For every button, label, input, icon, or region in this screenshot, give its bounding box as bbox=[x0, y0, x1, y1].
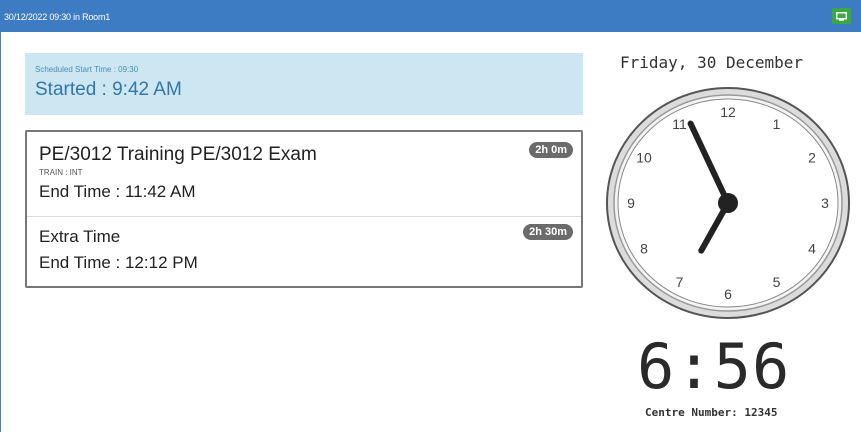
exam-title: PE/3012 Training PE/3012 Exam bbox=[39, 144, 317, 165]
session-title: 30/12/2022 09:30 in Room1 bbox=[4, 12, 111, 22]
left-border bbox=[0, 32, 7, 432]
clock-numeral: 10 bbox=[636, 150, 652, 166]
clock-numeral: 8 bbox=[640, 241, 648, 257]
clock-numeral: 9 bbox=[627, 195, 635, 211]
top-bar: 30/12/2022 09:30 in Room1 bbox=[0, 0, 861, 32]
extra-time-duration-badge: 2h 30m bbox=[523, 224, 573, 240]
started-time: Started : 9:42 AM bbox=[35, 79, 182, 100]
date-label: Friday, 30 December bbox=[620, 53, 804, 72]
clock-numeral: 1 bbox=[773, 116, 781, 132]
extra-time-title: Extra Time bbox=[39, 227, 121, 246]
clock-face: 121234567891011 bbox=[606, 87, 850, 319]
scheduled-start-label: Scheduled Start Time : 09:30 bbox=[35, 65, 139, 74]
clock-numeral: 4 bbox=[808, 241, 816, 257]
clock-numeral: 2 bbox=[808, 150, 816, 166]
exam-list: PE/3012 Training PE/3012 Exam TRAIN : IN… bbox=[25, 130, 583, 288]
duration-badge: 2h 0m bbox=[529, 142, 573, 158]
clock-center bbox=[718, 193, 738, 213]
display-toggle-button[interactable] bbox=[832, 8, 851, 24]
clock-numeral: 5 bbox=[773, 274, 781, 290]
exam-item: PE/3012 Training PE/3012 Exam TRAIN : IN… bbox=[27, 132, 581, 217]
clock-numeral: 6 bbox=[724, 286, 732, 302]
clock-numeral: 3 bbox=[821, 195, 829, 211]
digital-clock: 6:56 bbox=[637, 330, 791, 403]
analog-clock: 12 1 2 3 4 5 6 7 8 9 10 11 bbox=[603, 85, 853, 321]
schedule-panel: Scheduled Start Time : 09:30 Started : 9… bbox=[25, 53, 583, 115]
extra-time-end-time: End Time : 12:12 PM bbox=[39, 253, 198, 272]
exam-code: TRAIN : INT bbox=[39, 168, 83, 177]
monitor-icon bbox=[836, 11, 847, 21]
clock-numeral: 7 bbox=[676, 274, 684, 290]
clock-numeral: 11 bbox=[672, 116, 687, 132]
extra-time-item: Extra Time End Time : 12:12 PM 2h 30m bbox=[27, 217, 581, 286]
exam-end-time: End Time : 11:42 AM bbox=[39, 182, 196, 201]
clock-numeral: 12 bbox=[720, 104, 736, 120]
centre-number: Centre Number: 12345 bbox=[645, 406, 778, 419]
